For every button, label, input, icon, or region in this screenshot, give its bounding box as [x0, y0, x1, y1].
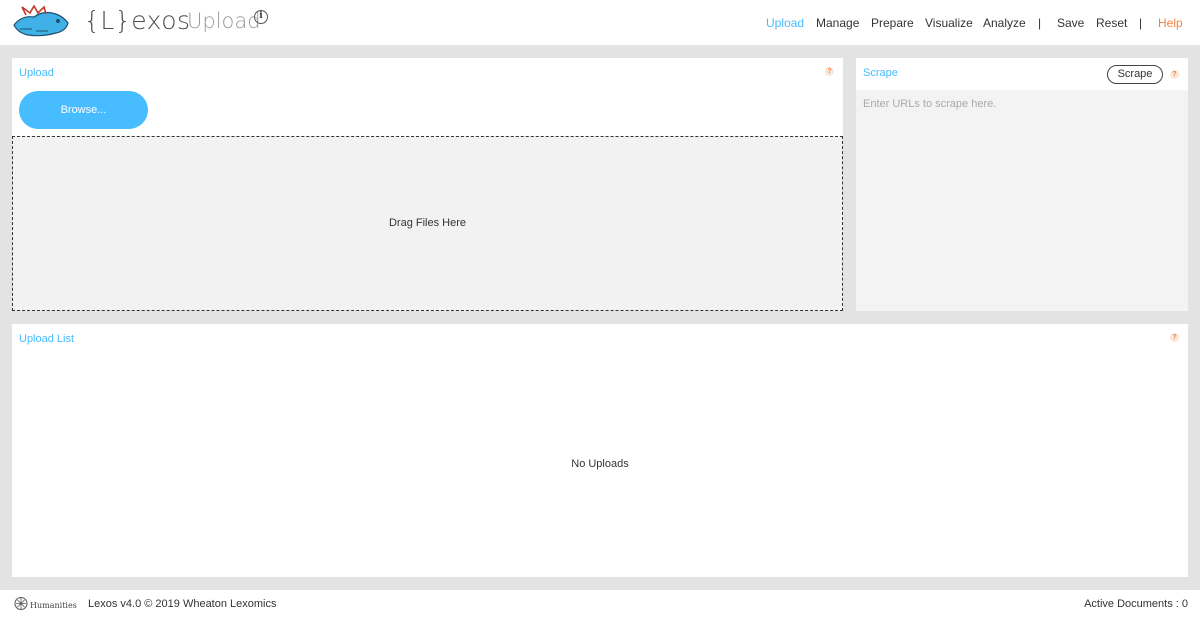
scrape-panel-title: Scrape	[863, 67, 898, 79]
file-drop-zone[interactable]: Drag Files Here	[12, 136, 843, 311]
lexos-dragon-logo[interactable]	[12, 5, 70, 39]
svg-text:Humanities: Humanities	[30, 601, 77, 610]
footer-copyright: Lexos v4.0 © 2019 Wheaton Lexomics	[88, 598, 277, 610]
nav-separator: |	[1139, 16, 1143, 30]
info-icon[interactable]: i	[254, 10, 268, 24]
scrape-button[interactable]: Scrape	[1107, 65, 1163, 84]
nav-upload[interactable]: Upload	[766, 16, 804, 30]
nav-help[interactable]: Help	[1158, 16, 1183, 30]
scrape-panel-header: Scrape Scrape ?	[856, 58, 1188, 90]
neh-humanities-logo[interactable]: Humanities	[14, 596, 80, 611]
scrape-url-input[interactable]	[856, 90, 1188, 311]
nav-visualize[interactable]: Visualize	[925, 16, 973, 30]
upload-list-help-icon[interactable]: ?	[1170, 333, 1179, 342]
browse-button[interactable]: Browse...	[19, 91, 148, 129]
upload-help-icon[interactable]: ?	[825, 67, 834, 76]
nav-reset[interactable]: Reset	[1096, 16, 1127, 30]
brand-name: {L}exos	[84, 6, 191, 35]
header: {L}exos Upload i Upload Manage Prepare V…	[0, 0, 1200, 45]
scrape-panel: Scrape Scrape ?	[856, 58, 1188, 311]
upload-panel-title: Upload	[19, 67, 54, 79]
nav-save[interactable]: Save	[1057, 16, 1084, 30]
upload-list-title: Upload List	[19, 333, 75, 345]
active-documents-count: Active Documents : 0	[1084, 598, 1188, 610]
drop-zone-label: Drag Files Here	[388, 217, 467, 229]
empty-list-message: No Uploads	[571, 458, 629, 470]
upload-panel: Upload ? Browse... Drag Files Here	[12, 58, 843, 311]
page-title: Upload	[187, 9, 261, 33]
nav-analyze[interactable]: Analyze	[983, 16, 1026, 30]
nav-separator: |	[1038, 16, 1042, 30]
footer: Humanities Lexos v4.0 © 2019 Wheaton Lex…	[0, 590, 1200, 617]
upload-list-panel: Upload List ? No Uploads	[12, 324, 1188, 577]
nav-prepare[interactable]: Prepare	[871, 16, 914, 30]
nav-manage[interactable]: Manage	[816, 16, 859, 30]
scrape-help-icon[interactable]: ?	[1170, 70, 1179, 79]
